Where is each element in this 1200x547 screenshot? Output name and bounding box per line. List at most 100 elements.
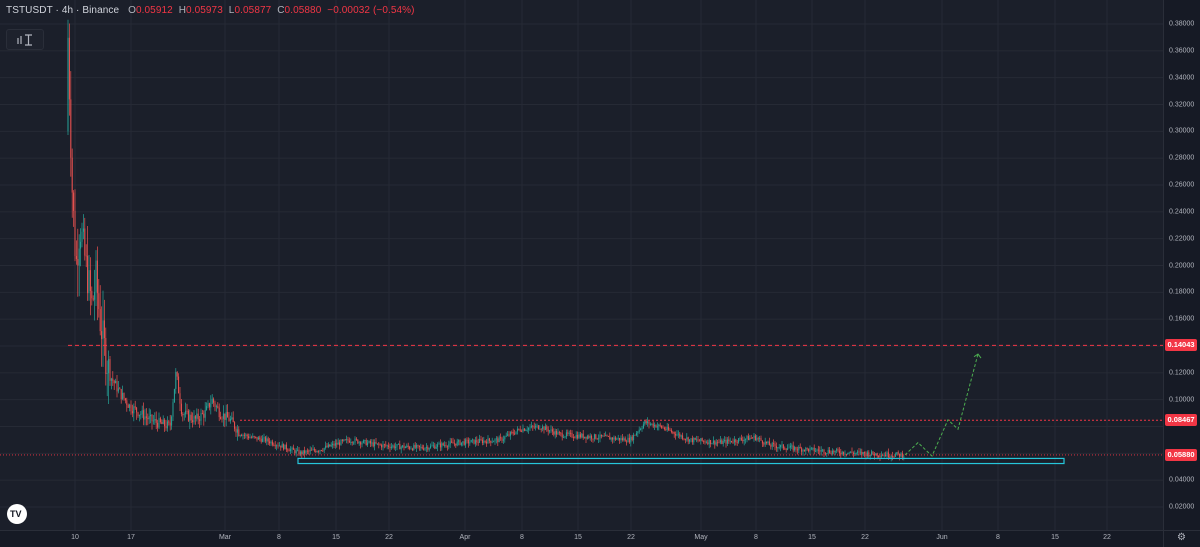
candle-body — [780, 445, 782, 448]
candle-body — [386, 445, 388, 447]
candle-body — [560, 432, 562, 434]
candle-body — [495, 438, 497, 440]
candle-body — [172, 402, 174, 417]
candle-body — [724, 439, 726, 442]
candle-body — [190, 414, 192, 421]
candle-body — [708, 440, 710, 445]
candle-body — [378, 443, 380, 445]
candle-body — [339, 442, 341, 446]
candle-body — [522, 428, 524, 432]
candle-body — [161, 422, 163, 425]
candle-body — [801, 448, 803, 452]
candle-body — [669, 429, 671, 431]
candle-body — [185, 410, 187, 415]
candle-body — [483, 440, 485, 443]
candle-body — [231, 417, 233, 419]
candle-body — [693, 437, 695, 443]
candle-body — [74, 210, 76, 257]
time-scale[interactable]: 10 17 Mar 8 15 22 Apr 8 15 22 May 8 15 22 Jun 8 15 22 — [0, 530, 1163, 547]
candle-body — [148, 416, 150, 420]
candle-body — [768, 441, 770, 446]
candle-body — [850, 451, 852, 453]
candle-body — [75, 256, 77, 260]
price-chart[interactable] — [0, 0, 1163, 530]
candle-body — [712, 440, 714, 444]
time-tick: 15 — [332, 534, 340, 541]
candle-body — [224, 413, 226, 420]
candle-body — [831, 450, 833, 454]
candle-body — [890, 455, 892, 458]
gear-icon[interactable]: ⚙ — [1177, 532, 1186, 543]
candle-body — [413, 445, 415, 450]
candle-body — [396, 444, 398, 447]
candle-body — [368, 441, 370, 443]
candle-body — [824, 453, 826, 455]
logo-text: TV — [10, 509, 22, 519]
candle-body — [171, 416, 173, 426]
candle-body — [85, 255, 87, 257]
chart-pane[interactable]: TSTUSDT · 4h · Binance O0.05912 H0.05973… — [0, 0, 1163, 530]
candle-body — [866, 452, 868, 456]
candle-body — [166, 421, 168, 429]
candle-body — [476, 440, 478, 443]
candle-body — [341, 440, 343, 441]
candle-body — [306, 450, 308, 452]
candle-body — [574, 437, 576, 439]
candle-body — [362, 440, 364, 443]
candle-body — [894, 454, 896, 457]
candle-body — [567, 432, 569, 434]
candle-body — [255, 436, 257, 438]
candle-body — [446, 446, 448, 448]
candle-body — [409, 446, 411, 449]
tradingview-logo[interactable]: TV — [7, 504, 27, 524]
candle-body — [94, 291, 96, 300]
candle-body — [355, 438, 357, 440]
candle-body — [385, 444, 387, 446]
candle-body — [854, 452, 856, 454]
candle-body — [736, 442, 738, 443]
candle-body — [176, 372, 178, 377]
candle-body — [682, 435, 684, 439]
candle-body — [133, 406, 135, 414]
candle-body — [211, 398, 213, 404]
candle-body — [271, 441, 273, 445]
candle-body — [607, 436, 609, 437]
candle-body — [627, 437, 629, 443]
candle-body — [73, 192, 75, 211]
candle-body — [259, 437, 261, 440]
candle-body — [248, 436, 250, 438]
candle-body — [186, 410, 188, 412]
candle-body — [493, 441, 495, 443]
candle-body — [878, 456, 880, 457]
indicators-toggle-button[interactable] — [6, 29, 44, 50]
candle-body — [803, 449, 805, 452]
candle-body — [843, 451, 845, 455]
candle-body — [635, 433, 637, 436]
candle-body — [227, 411, 229, 418]
candle-body — [899, 453, 901, 457]
candle-body — [794, 446, 796, 451]
candle-body — [859, 451, 861, 453]
candle-body — [649, 423, 651, 425]
symbol-info[interactable]: TSTUSDT · 4h · Binance — [6, 5, 119, 16]
candle-body — [592, 438, 594, 440]
price-tick: 0.20000 — [1169, 262, 1195, 269]
candle-body — [137, 412, 139, 417]
candle-body — [785, 449, 787, 450]
candle-body — [717, 442, 719, 444]
candle-body — [81, 231, 83, 242]
candle-body — [360, 442, 362, 445]
candle-body — [347, 439, 349, 441]
candle-body — [676, 434, 678, 436]
candle-body — [514, 433, 516, 435]
candle-body — [658, 424, 660, 427]
candle-body — [714, 440, 716, 445]
candle-body — [88, 270, 90, 294]
candle-body — [507, 434, 509, 436]
candle-body — [568, 432, 570, 434]
candle-body — [572, 437, 574, 438]
candle-body — [784, 448, 786, 450]
candle-body — [787, 448, 789, 450]
candle-body — [270, 441, 272, 444]
candle-body — [168, 421, 170, 423]
